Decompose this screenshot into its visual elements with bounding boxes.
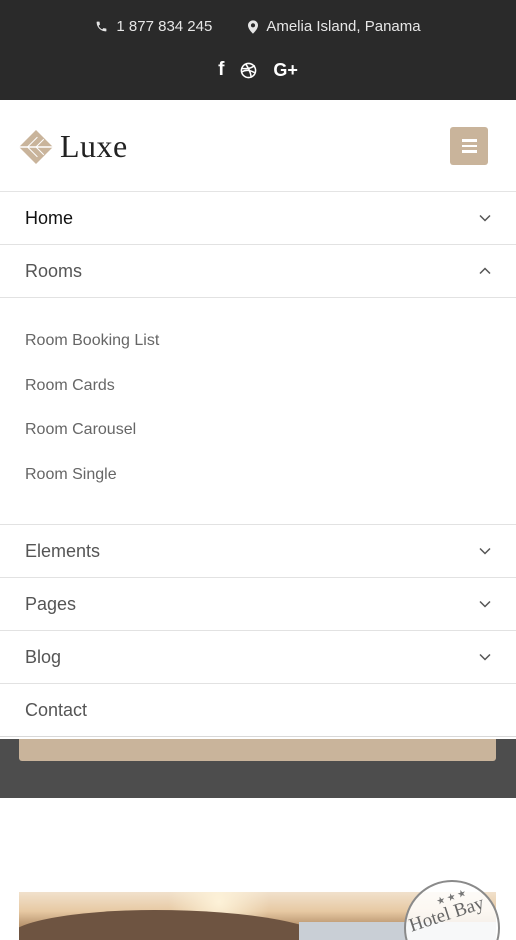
map-pin-icon (248, 19, 259, 34)
nav-item-pages[interactable]: Pages (0, 578, 516, 631)
location-text: Amelia Island, Panama (266, 18, 421, 35)
nav-item-rooms[interactable]: Rooms (0, 245, 516, 298)
chevron-down-icon[interactable] (479, 545, 491, 557)
nav-item-label: Blog (25, 646, 62, 667)
nav-item-label: Contact (25, 699, 88, 720)
social-links: f G+ (0, 59, 516, 81)
nav-item-blog[interactable]: Blog (0, 631, 516, 684)
mobile-nav-menu: Home Rooms Room Booking List Room Cards … (0, 192, 516, 737)
nav-item-label: Home (25, 207, 74, 228)
top-contact-bar: 1 877 834 245 Amelia Island, Panama f G+ (0, 0, 516, 100)
leaf-logo-icon (19, 129, 53, 164)
hotel-stamp-logo: ★★★ Hotel Bay (404, 880, 500, 940)
location-contact: Amelia Island, Panama (248, 18, 421, 35)
submenu-item-room-carousel[interactable]: Room Carousel (0, 421, 516, 466)
chevron-up-icon[interactable] (479, 265, 491, 277)
rooms-submenu: Room Booking List Room Cards Room Carous… (0, 298, 516, 525)
hillside (19, 910, 329, 940)
nav-item-label: Pages (25, 593, 77, 614)
nav-item-elements[interactable]: Elements (0, 525, 516, 578)
chevron-down-icon[interactable] (479, 651, 491, 663)
nav-item-contact[interactable]: Contact (0, 684, 516, 737)
hamburger-icon (461, 139, 477, 153)
chevron-down-icon[interactable] (479, 212, 491, 224)
logo-text: Luxe (60, 128, 128, 164)
facebook-icon[interactable]: f (218, 59, 224, 81)
nav-item-label: Elements (25, 540, 101, 561)
submenu-item-room-booking-list[interactable]: Room Booking List (0, 332, 516, 377)
menu-toggle-button[interactable] (450, 127, 488, 165)
google-plus-icon[interactable]: G+ (273, 60, 298, 81)
nav-item-home[interactable]: Home (0, 192, 516, 245)
contact-info: 1 877 834 245 Amelia Island, Panama (0, 18, 516, 35)
site-logo[interactable]: Luxe (18, 128, 128, 165)
phone-number: 1 877 834 245 (116, 18, 213, 35)
phone-contact[interactable]: 1 877 834 245 (95, 18, 212, 35)
submenu-item-room-cards[interactable]: Room Cards (0, 377, 516, 422)
dribbble-icon[interactable] (240, 62, 257, 79)
submenu-item-room-single[interactable]: Room Single (0, 466, 516, 511)
phone-icon (97, 21, 107, 32)
chevron-down-icon[interactable] (479, 598, 491, 610)
nav-item-label: Rooms (25, 260, 83, 281)
site-header: Luxe (0, 100, 516, 192)
booking-button[interactable] (19, 739, 496, 761)
